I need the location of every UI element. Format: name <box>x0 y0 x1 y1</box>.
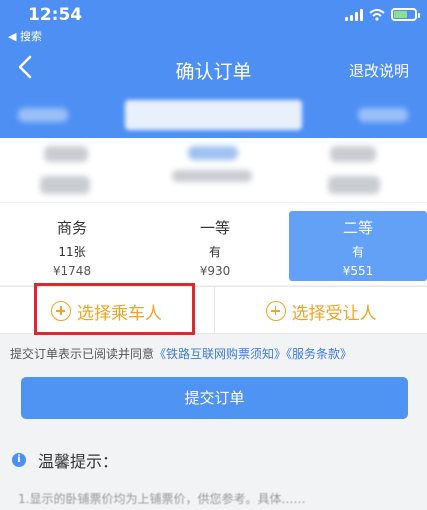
seat-price: ¥551 <box>342 264 374 278</box>
ticket-notice-link[interactable]: 《铁路互联网购票须知》 <box>154 347 286 361</box>
back-to-app-link[interactable]: ◀ 搜索 <box>8 28 42 44</box>
footnote-fade <box>290 484 427 510</box>
battery-icon <box>391 8 420 21</box>
select-transferee-label: 选择受让人 <box>291 303 377 324</box>
blurred-date-left <box>18 108 68 122</box>
blurred-arrival-station <box>330 146 376 162</box>
info-icon: i <box>12 453 26 467</box>
nav-bar: 确认订单 退改说明 <box>0 48 427 92</box>
terms-of-service-link[interactable]: 《服务条款》 <box>286 347 352 361</box>
wifi-icon <box>369 8 385 21</box>
seat-price: ¥930 <box>199 264 231 278</box>
blurred-train-number <box>188 146 238 160</box>
add-circle-icon <box>265 301 286 321</box>
seat-name: 一等 <box>199 219 230 237</box>
highlight-box <box>34 283 195 335</box>
signal-icon <box>345 8 363 21</box>
seat-name: 二等 <box>342 219 373 237</box>
blurred-departure-station <box>44 146 88 162</box>
blurred-date-right <box>358 108 408 122</box>
seat-type-selector: 商务 11张 ¥1748 一等 有 ¥930 二等 有 ¥551 <box>0 203 427 285</box>
status-icons <box>345 8 420 21</box>
blurred-duration <box>172 170 252 182</box>
seat-option-business[interactable]: 商务 11张 ¥1748 <box>3 211 141 281</box>
agreement-text: 提交订单表示已阅读并同意 <box>10 347 155 361</box>
seat-price: ¥1748 <box>52 264 92 278</box>
submit-order-button[interactable]: 提交订单 <box>21 377 408 419</box>
status-bar: 12:54 ◀ 搜索 <box>0 0 427 43</box>
seat-availability: 有 <box>351 245 364 259</box>
select-transferee-button[interactable]: 选择受让人 <box>214 287 427 335</box>
blurred-date-selector[interactable] <box>125 100 302 130</box>
status-time: 12:54 <box>28 5 83 25</box>
tips-title: 温馨提示： <box>38 452 119 471</box>
seat-name: 商务 <box>56 219 87 237</box>
seat-option-first-class[interactable]: 一等 有 ¥930 <box>146 211 284 281</box>
seat-availability: 有 <box>208 245 221 259</box>
train-info-card <box>0 138 427 202</box>
refund-rules-link[interactable]: 退改说明 <box>349 60 409 81</box>
header-area: 12:54 ◀ 搜索 确认订单 退改说明 <box>0 0 427 138</box>
blurred-arrival-time <box>328 176 380 194</box>
tips-footnote: 1.显示的卧铺票价均为上铺票价，供您参考。具体…… <box>18 492 306 506</box>
seat-option-second-class[interactable]: 二等 有 ¥551 <box>289 211 427 281</box>
tips-header: i 温馨提示： <box>12 448 118 472</box>
seat-availability: 11张 <box>58 245 86 259</box>
agreement-notice: 提交订单表示已阅读并同意《铁路互联网购票须知》《服务条款》 <box>10 345 352 362</box>
blurred-departure-time <box>40 176 90 194</box>
